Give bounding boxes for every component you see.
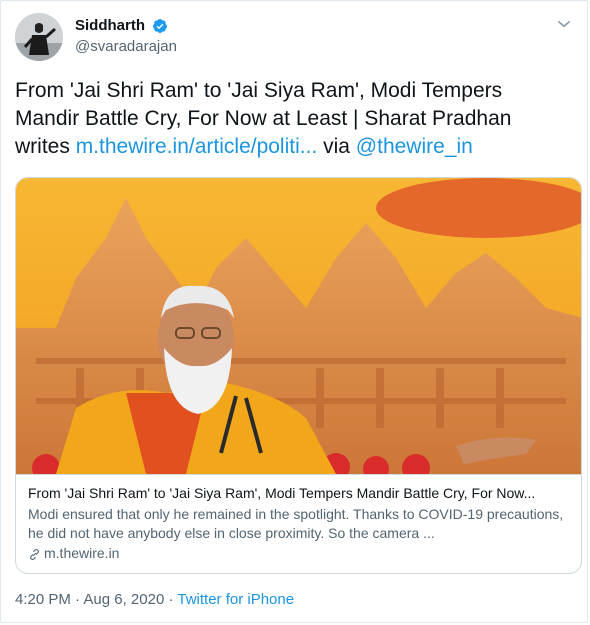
verified-badge-icon — [153, 19, 168, 33]
article-link[interactable]: m.thewire.in/article/politi... — [76, 135, 318, 158]
card-domain: m.thewire.in — [28, 544, 573, 563]
tweet-meta: 4:20 PM · Aug 6, 2020 · Twitter for iPho… — [15, 590, 294, 610]
tweet-source[interactable]: Twitter for iPhone — [177, 591, 294, 608]
link-card[interactable]: From 'Jai Shri Ram' to 'Jai Siya Ram', M… — [15, 177, 582, 574]
card-domain-text: m.thewire.in — [44, 545, 120, 561]
card-image[interactable] — [16, 178, 582, 475]
avatar-image — [15, 13, 63, 61]
author-name[interactable]: Siddharth — [75, 16, 145, 36]
tweet-text: From 'Jai Shri Ram' to 'Jai Siya Ram', M… — [15, 77, 570, 161]
meta-separator: · — [70, 591, 84, 608]
author-handle[interactable]: @svaradarajan — [75, 37, 177, 57]
tweet-header: Siddharth @svaradarajan — [15, 13, 575, 65]
tweet-embed: Siddharth @svaradarajan From 'Jai Shri R… — [0, 0, 588, 623]
card-description: Modi ensured that only he remained in th… — [28, 506, 564, 541]
mention-link[interactable]: @thewire_in — [356, 135, 473, 158]
via-text: via — [317, 135, 356, 158]
author-block[interactable]: Siddharth @svaradarajan — [75, 16, 177, 57]
link-icon — [30, 548, 39, 560]
tweet-time[interactable]: 4:20 PM — [15, 591, 71, 608]
card-title[interactable]: From 'Jai Shri Ram' to 'Jai Siya Ram', M… — [28, 484, 573, 503]
tweet-date[interactable]: Aug 6, 2020 — [83, 591, 164, 608]
card-body: From 'Jai Shri Ram' to 'Jai Siya Ram', M… — [28, 484, 573, 563]
avatar[interactable] — [15, 13, 63, 61]
meta-separator-2: · — [164, 591, 178, 608]
chevron-down-icon[interactable] — [555, 15, 573, 33]
